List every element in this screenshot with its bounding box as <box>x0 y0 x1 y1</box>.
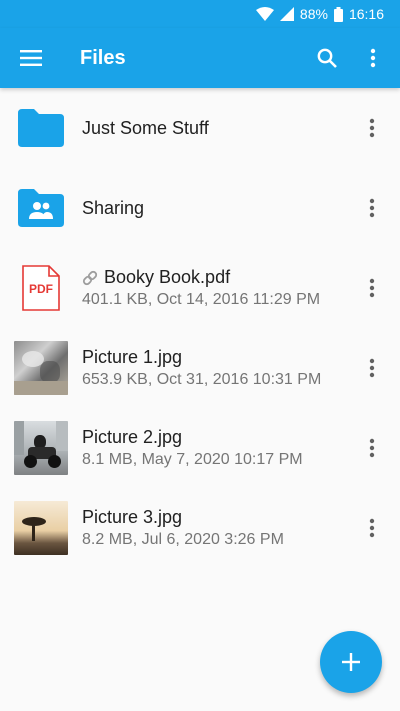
hamburger-menu-icon[interactable] <box>0 28 62 88</box>
list-item-text: Just Some Stuff <box>82 118 344 139</box>
thumb-wrap <box>0 408 82 488</box>
list-item-booky-book[interactable]: PDF Booky Book.pdf 401.1 KB, Oct 14, 201… <box>0 248 400 328</box>
image-thumbnail <box>14 341 68 395</box>
clock: 16:16 <box>348 6 384 22</box>
list-item-text: Picture 1.jpg 653.9 KB, Oct 31, 2016 10:… <box>82 347 344 389</box>
list-item-text: Picture 2.jpg 8.1 MB, May 7, 2020 10:17 … <box>82 427 344 469</box>
thumb-wrap <box>0 328 82 408</box>
file-meta: 401.1 KB, Oct 14, 2016 11:29 PM <box>82 291 321 308</box>
more-vert-icon[interactable] <box>350 28 396 88</box>
more-vert-icon[interactable] <box>344 168 400 248</box>
link-icon <box>82 270 98 286</box>
battery-icon <box>333 6 343 22</box>
list-item-picture-1[interactable]: Picture 1.jpg 653.9 KB, Oct 31, 2016 10:… <box>0 328 400 408</box>
file-name: Picture 1.jpg <box>82 347 183 367</box>
thumb-wrap <box>0 488 82 568</box>
list-item-text: Booky Book.pdf 401.1 KB, Oct 14, 2016 11… <box>82 267 344 309</box>
list-item-text: Sharing <box>82 198 344 219</box>
add-fab-button[interactable] <box>320 631 382 693</box>
list-item-picture-2[interactable]: Picture 2.jpg 8.1 MB, May 7, 2020 10:17 … <box>0 408 400 488</box>
app-bar: Files <box>0 28 400 88</box>
shared-folder-icon <box>0 168 82 248</box>
file-name: Picture 3.jpg <box>82 507 183 527</box>
more-vert-icon[interactable] <box>344 408 400 488</box>
battery-percent: 88% <box>299 6 328 22</box>
search-icon[interactable] <box>304 28 350 88</box>
more-vert-icon[interactable] <box>344 88 400 168</box>
file-name: Picture 2.jpg <box>82 427 183 447</box>
file-name: Sharing <box>82 197 145 218</box>
status-bar: 88% 16:16 <box>0 0 400 28</box>
pdf-icon: PDF <box>0 248 82 328</box>
file-list: Just Some Stuff Sharing PDF Booky Book.p… <box>0 88 400 568</box>
more-vert-icon[interactable] <box>344 248 400 328</box>
list-item-text: Picture 3.jpg 8.2 MB, Jul 6, 2020 3:26 P… <box>82 507 344 549</box>
more-vert-icon[interactable] <box>344 488 400 568</box>
file-meta: 8.1 MB, May 7, 2020 10:17 PM <box>82 451 303 468</box>
folder-icon <box>0 88 82 168</box>
more-vert-icon[interactable] <box>344 328 400 408</box>
page-title: Files <box>80 46 126 69</box>
file-name: Booky Book.pdf <box>104 267 231 287</box>
plus-icon <box>342 653 360 671</box>
file-meta: 8.2 MB, Jul 6, 2020 3:26 PM <box>82 531 284 548</box>
file-name-row: Booky Book.pdf <box>82 267 344 288</box>
list-item-sharing[interactable]: Sharing <box>0 168 400 248</box>
file-meta: 653.9 KB, Oct 31, 2016 10:31 PM <box>82 371 322 388</box>
cellular-signal-icon <box>279 7 294 21</box>
list-item-picture-3[interactable]: Picture 3.jpg 8.2 MB, Jul 6, 2020 3:26 P… <box>0 488 400 568</box>
file-name: Just Some Stuff <box>82 117 209 138</box>
image-thumbnail <box>14 421 68 475</box>
pdf-label: PDF <box>29 282 53 296</box>
image-thumbnail <box>14 501 68 555</box>
list-item-just-some-stuff[interactable]: Just Some Stuff <box>0 88 400 168</box>
wifi-icon <box>255 7 274 21</box>
